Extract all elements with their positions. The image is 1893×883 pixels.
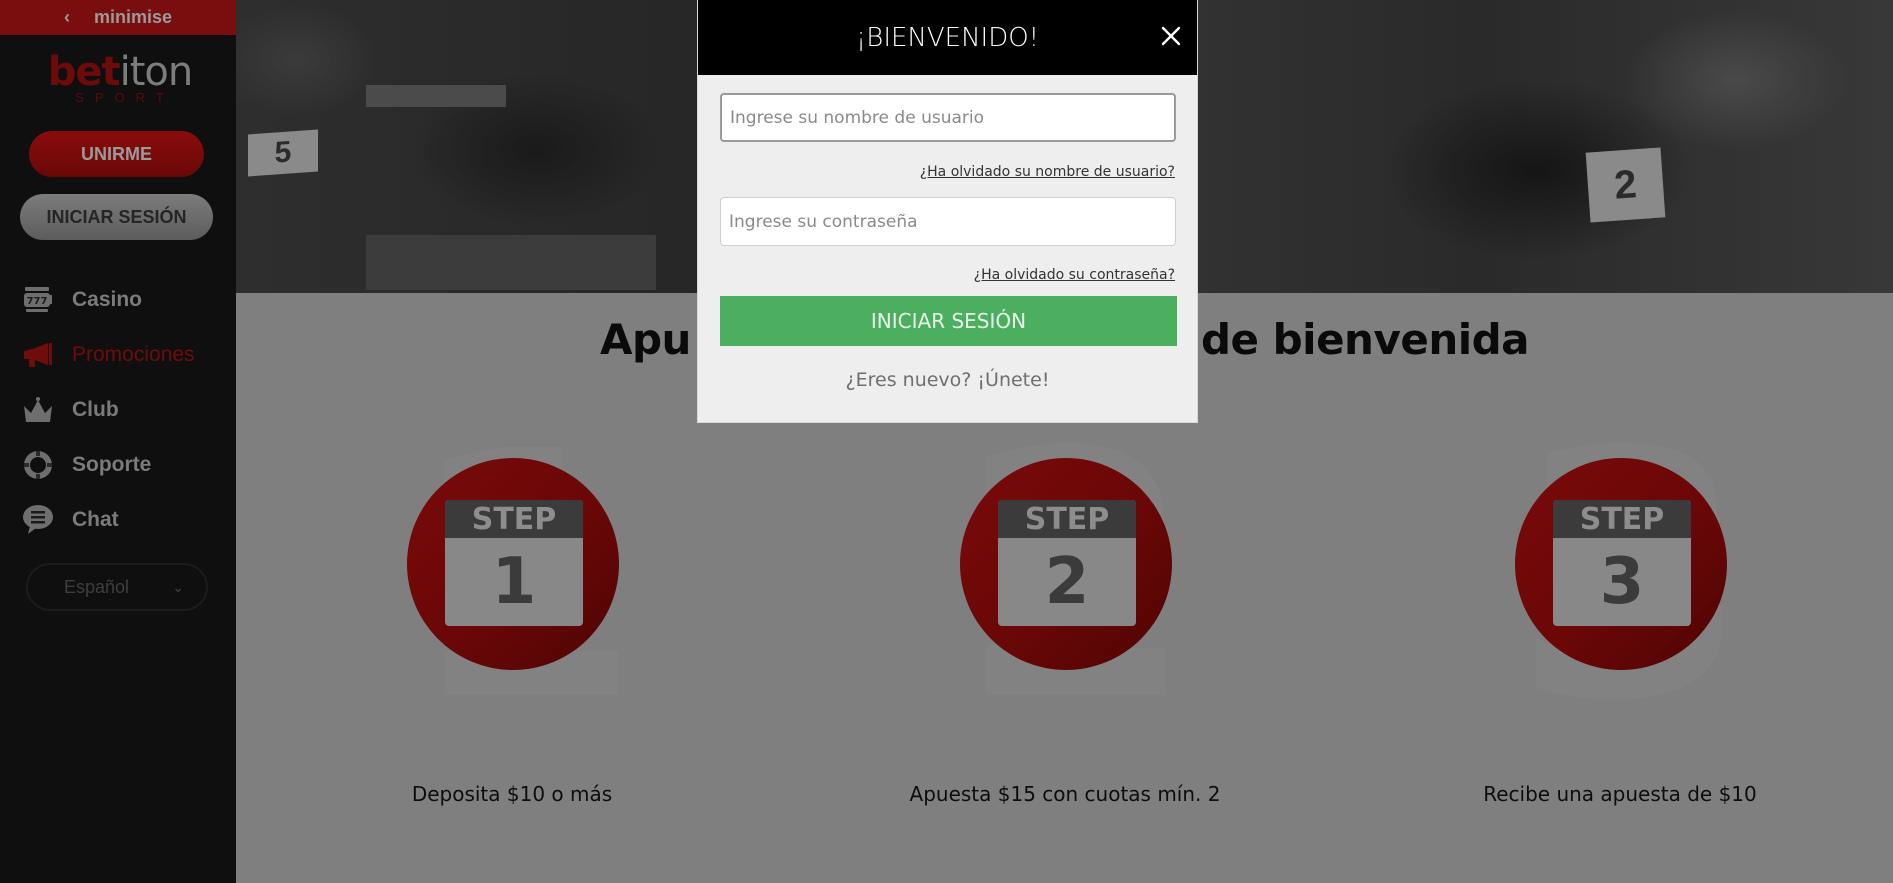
- sidebar-login-button[interactable]: INICIAR SESIÓN: [20, 194, 213, 240]
- login-submit-button[interactable]: INICIAR SESIÓN: [720, 296, 1177, 346]
- hero-rail: [366, 85, 506, 107]
- calendar-icon: STEP 2: [998, 500, 1136, 626]
- modal-header: ¡BIENVENIDO!: [698, 0, 1197, 75]
- headline-left: Apu: [599, 315, 691, 364]
- lifebuoy-icon: [22, 449, 54, 481]
- step-number: 1: [491, 545, 537, 619]
- language-select[interactable]: Español ⌄: [26, 563, 208, 611]
- step-caption: Deposita $10 o más: [411, 782, 613, 806]
- password-input[interactable]: [720, 197, 1176, 246]
- chevron-left-icon: ‹: [63, 7, 70, 27]
- sidebar-item-promociones[interactable]: Promociones: [22, 327, 222, 382]
- step-caption: Apuesta $15 con cuotas mín. 2: [909, 782, 1221, 806]
- step-badge: STEP: [1553, 500, 1691, 538]
- sidebar-nav: 777 Casino Promociones Club Soporte Chat: [22, 272, 222, 547]
- page: ‹ minimise betiton SPORT UNIRME INICIAR …: [0, 0, 1893, 883]
- sidebar-item-soporte[interactable]: Soporte: [22, 437, 222, 492]
- join-button[interactable]: UNIRME: [29, 131, 204, 177]
- sidebar-item-label: Promociones: [72, 342, 195, 366]
- step-badge: STEP: [445, 500, 583, 538]
- step-caption: Recibe una apuesta de $10: [1483, 782, 1757, 806]
- step-card: 1 STEP 1: [385, 408, 645, 748]
- modal-title: ¡BIENVENIDO!: [855, 22, 1040, 53]
- login-modal: ¡BIENVENIDO! ¿Ha olvidado su nombre de u…: [698, 0, 1197, 422]
- sidebar-item-label: Club: [72, 397, 119, 421]
- sidebar: ‹ minimise betiton SPORT UNIRME INICIAR …: [0, 0, 236, 883]
- slot-machine-icon: 777: [22, 284, 54, 316]
- headline-right: de bienvenida: [1200, 315, 1530, 364]
- hero-bib: 5: [248, 129, 318, 177]
- step-card: 3 STEP 3: [1493, 408, 1753, 748]
- step-circle: STEP 3: [1515, 458, 1727, 670]
- megaphone-icon: [22, 339, 54, 371]
- sidebar-item-chat[interactable]: Chat: [22, 492, 222, 547]
- chevron-down-icon: ⌄: [172, 578, 184, 595]
- logo-bet: bet: [47, 49, 121, 95]
- logo-iton: iton: [119, 49, 194, 95]
- logo[interactable]: betiton SPORT: [40, 52, 200, 105]
- username-input[interactable]: [720, 93, 1176, 142]
- step-card: 2 STEP 2: [938, 408, 1198, 748]
- join-link[interactable]: ¿Eres nuevo? ¡Únete!: [720, 369, 1175, 391]
- step-badge: STEP: [998, 500, 1136, 538]
- minimise-button[interactable]: ‹ minimise: [0, 0, 236, 35]
- step-number: 2: [1044, 545, 1090, 619]
- modal-body: ¿Ha olvidado su nombre de usuario? ¿Ha o…: [698, 75, 1197, 391]
- forgot-password-link[interactable]: ¿Ha olvidado su contraseña?: [720, 267, 1175, 283]
- step-number: 3: [1599, 545, 1645, 619]
- sidebar-item-label: Chat: [72, 507, 119, 531]
- sidebar-item-casino[interactable]: 777 Casino: [22, 272, 222, 327]
- step-circle: STEP 1: [407, 458, 619, 670]
- language-selected: Español: [64, 576, 130, 597]
- close-icon[interactable]: [1157, 22, 1185, 50]
- calendar-icon: STEP 1: [445, 500, 583, 626]
- minimise-label: minimise: [93, 7, 173, 27]
- forgot-username-link[interactable]: ¿Ha olvidado su nombre de usuario?: [720, 164, 1175, 180]
- crown-icon: [22, 394, 54, 426]
- sidebar-item-label: Soporte: [72, 452, 152, 476]
- hero-track: [366, 235, 656, 290]
- calendar-icon: STEP 3: [1553, 500, 1691, 626]
- hero-bib: 2: [1585, 147, 1666, 223]
- sidebar-item-label: Casino: [72, 287, 143, 311]
- sidebar-item-club[interactable]: Club: [22, 382, 222, 437]
- svg-text:777: 777: [27, 296, 48, 307]
- step-circle: STEP 2: [960, 458, 1172, 670]
- chat-bubble-icon: [22, 504, 54, 536]
